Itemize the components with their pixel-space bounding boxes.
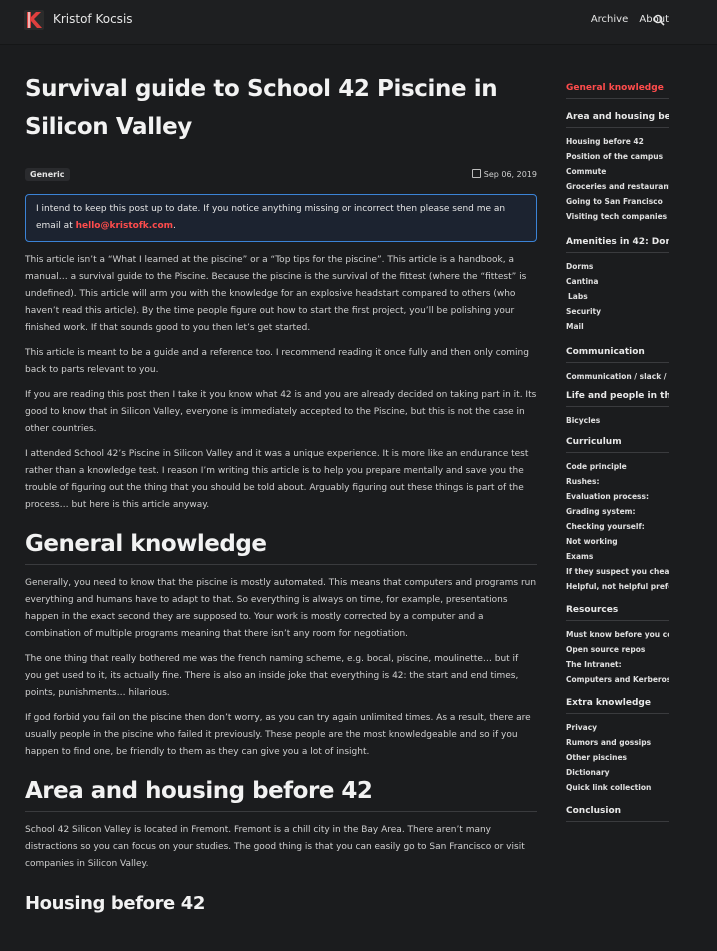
toc-item[interactable]: Helpful, not helpful prefects <box>566 579 669 594</box>
toc-item[interactable]: Rushes: <box>566 474 669 489</box>
heading-area-housing: Area and housing before 42 <box>25 777 537 812</box>
toc-item[interactable]: Groceries and restaurants <box>566 179 669 194</box>
intro-paragraph: This article is meant to be a guide and … <box>25 348 529 375</box>
toc-item[interactable]: Housing before 42 <box>566 134 669 149</box>
post-date: Sep 06, 2019 <box>471 169 537 179</box>
toc-item[interactable]: Mail <box>566 319 669 334</box>
toc-item[interactable]: Dictionary <box>566 765 669 780</box>
toc-section-extra-knowledge[interactable]: Extra knowledge <box>566 695 669 714</box>
toc-section-curriculum[interactable]: Curriculum <box>566 434 669 453</box>
toc-item[interactable]: Rumors and gossips <box>566 735 669 750</box>
toc-item[interactable]: Checking yourself: <box>566 519 669 534</box>
toc-item[interactable]: Position of the campus <box>566 149 669 164</box>
toc-section-resources[interactable]: Resources <box>566 602 669 621</box>
table-of-contents: General knowledge Area and housing befor… <box>566 80 669 822</box>
toc-item[interactable]: Evaluation process: <box>566 489 669 504</box>
toc-item[interactable]: Privacy <box>566 720 669 735</box>
toc-item[interactable]: Security <box>566 304 669 319</box>
toc-item[interactable]: The Intranet: <box>566 657 669 672</box>
toc-item[interactable]: Going to San Francisco <box>566 194 669 209</box>
toc-item[interactable]: Dorms <box>566 259 669 274</box>
site-logo-icon[interactable] <box>24 10 44 30</box>
toc-section-life-people[interactable]: Life and people in the 42 <box>566 388 669 407</box>
general-paragraph: Generally, you need to know that the pis… <box>25 578 537 639</box>
toc-item[interactable]: Open source repos <box>566 642 669 657</box>
toc-item[interactable]: Code principle <box>566 459 669 474</box>
toc-item[interactable]: Visiting tech companies and <box>566 209 669 224</box>
nav-archive-link[interactable]: Archive <box>591 14 628 25</box>
toc-item[interactable]: Grading system: <box>566 504 669 519</box>
toc-section-amenities[interactable]: Amenities in 42: Dorms, Cantina <box>566 234 669 253</box>
toc-item[interactable]: Labs <box>566 289 669 304</box>
intro-paragraph: If you are reading this post then I take… <box>25 390 537 434</box>
intro-paragraph: I attended School 42’s Piscine in Silico… <box>25 449 529 510</box>
toc-section-general-knowledge[interactable]: General knowledge <box>566 80 669 99</box>
calendar-icon <box>471 169 481 178</box>
heading-housing-before-42: Housing before 42 <box>25 893 205 914</box>
area-paragraph: School 42 Silicon Valley is located in F… <box>25 825 525 869</box>
toc-item[interactable]: Quick link collection <box>566 780 669 795</box>
toc-section-conclusion[interactable]: Conclusion <box>566 803 669 822</box>
general-paragraph: If god forbid you fail on the piscine th… <box>25 713 531 757</box>
top-navbar: Kristof Kocsis Archive About <box>0 0 717 45</box>
search-icon[interactable] <box>653 14 665 26</box>
toc-section-communication[interactable]: Communication <box>566 344 669 363</box>
post-meta: Generic Sep 06, 2019 <box>25 166 537 186</box>
site-name[interactable]: Kristof Kocsis <box>53 12 133 26</box>
toc-item[interactable]: Exams <box>566 549 669 564</box>
toc-item[interactable]: If they suspect you cheating <box>566 564 669 579</box>
toc-item[interactable]: Computers and Kerberos: <box>566 672 669 687</box>
toc-item[interactable]: Commute <box>566 164 669 179</box>
intro-paragraph: This article isn’t a “What I learned at … <box>25 255 527 333</box>
update-notice: I intend to keep this post up to date. I… <box>25 194 537 242</box>
toc-item[interactable]: Must know before you come <box>566 627 669 642</box>
page-title: Survival guide to School 42 Piscine in S… <box>25 76 498 140</box>
toc-item[interactable]: Communication / slack / more <box>566 369 669 384</box>
toc-section-area-housing[interactable]: Area and housing before 42 <box>566 109 669 128</box>
toc-item[interactable]: Other piscines <box>566 750 669 765</box>
toc-item[interactable]: Bicycles <box>566 413 669 428</box>
heading-general-knowledge: General knowledge <box>25 530 537 565</box>
email-link[interactable]: hello@kristofk.com <box>76 221 173 231</box>
post-date-text: Sep 06, 2019 <box>483 170 537 179</box>
toc-item[interactable]: Cantina <box>566 274 669 289</box>
toc-item[interactable]: Not working <box>566 534 669 549</box>
general-paragraph: The one thing that really bothered me wa… <box>25 654 519 698</box>
article: Survival guide to School 42 Piscine in S… <box>25 70 537 917</box>
category-tag[interactable]: Generic <box>25 168 70 181</box>
